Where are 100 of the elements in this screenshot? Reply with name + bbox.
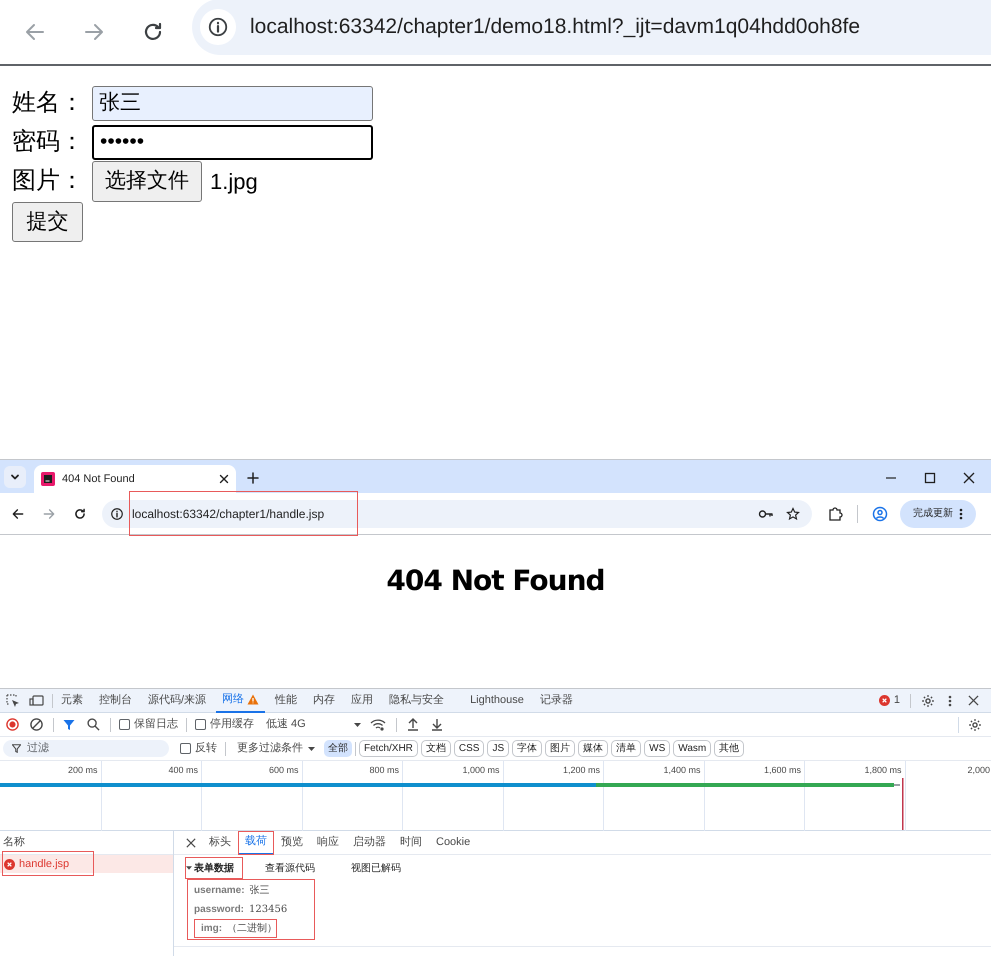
detail-tab[interactable]: 预览: [274, 830, 310, 854]
field-label: 姓名：: [12, 88, 85, 118]
error-count: 1: [894, 693, 900, 708]
star-icon[interactable]: [786, 506, 800, 520]
reload-icon[interactable]: [73, 506, 87, 520]
more-icon[interactable]: [948, 694, 952, 706]
form-field-row-text: username: 张三: [194, 884, 271, 898]
devtools-tab[interactable]: 网络: [216, 688, 266, 712]
close-icon[interactable]: [968, 695, 979, 706]
password-field[interactable]: ••••••: [92, 124, 373, 160]
timeline-tick: 200 ms: [68, 764, 98, 777]
more-icon: [959, 508, 963, 520]
detail-tab[interactable]: Cookie: [429, 830, 478, 854]
devtools-tab[interactable]: 性能: [269, 688, 304, 712]
view-source-link[interactable]: 视图已解码: [351, 860, 401, 876]
filter-icon: [12, 744, 21, 753]
tab-list-button[interactable]: [4, 466, 26, 488]
type-filter-chip[interactable]: CSS: [454, 740, 484, 757]
error-icon: [4, 858, 15, 870]
payload-section-toggle[interactable]: 表单数据: [185, 857, 243, 879]
type-filter-chip[interactable]: 图片: [545, 740, 576, 757]
detail-tab[interactable]: 载荷: [238, 830, 274, 854]
info-glyph-icon: [207, 16, 229, 38]
profile-icon[interactable]: [872, 506, 888, 522]
tab-title: 404 Not Found: [62, 472, 136, 487]
field-label: 密码：: [12, 127, 85, 157]
site-info-button[interactable]: [200, 9, 236, 45]
filter-field[interactable]: 过滤: [3, 740, 169, 757]
view-source-link[interactable]: 查看源代码: [265, 860, 315, 876]
devtools-tab[interactable]: Lighthouse: [464, 688, 530, 712]
type-filter-chip[interactable]: JS: [487, 740, 510, 757]
type-filter-chip[interactable]: 清单: [611, 740, 642, 757]
update-button[interactable]: 完成更新: [900, 500, 976, 528]
caret-down-icon: [354, 722, 361, 726]
field-label: 图片：: [12, 166, 85, 196]
devtools-tab[interactable]: 内存: [307, 688, 342, 712]
new-tab-icon[interactable]: [247, 472, 259, 484]
settings-icon[interactable]: [968, 718, 982, 732]
type-filter-chip[interactable]: WS: [644, 740, 670, 757]
devtools-tab[interactable]: 应用: [345, 688, 380, 712]
back-icon[interactable]: [11, 506, 25, 520]
submit-button[interactable]: 提交: [12, 202, 83, 242]
throttle-dropdown[interactable]: 低速 4G: [266, 716, 361, 733]
devtools-tab[interactable]: 源代码/来源: [142, 688, 212, 712]
form-field-row-text: password: 123456: [194, 903, 288, 917]
timeline-tick: 600 ms: [268, 764, 298, 777]
name-field[interactable]: 张三: [92, 86, 373, 120]
choose-file-button[interactable]: 选择文件: [92, 160, 202, 202]
detail-tab[interactable]: 响应: [310, 830, 346, 854]
devtools-tab[interactable]: 控制台: [93, 688, 138, 712]
timeline-tick: 400 ms: [168, 764, 198, 777]
checkbox-option[interactable]: 保留日志: [119, 716, 178, 733]
timeline-tick: 1,600 ms: [764, 764, 801, 777]
timeline-tick: 2,000: [967, 764, 990, 777]
caret-down-icon: [186, 866, 192, 870]
type-filter-chip[interactable]: 其他: [714, 740, 744, 757]
devtools-tab[interactable]: 元素: [55, 688, 89, 712]
devtools-tab[interactable]: 记录器: [534, 688, 579, 712]
record-icon[interactable]: [6, 718, 19, 731]
timeline-tick: 1,400 ms: [663, 764, 700, 777]
type-filter-chip[interactable]: 全部: [324, 740, 352, 757]
file-name: 1.jpg: [210, 168, 258, 196]
download-icon[interactable]: [431, 718, 443, 731]
device-icon[interactable]: [29, 694, 44, 707]
forward-icon[interactable]: [42, 506, 56, 520]
info-icon[interactable]: [110, 506, 124, 520]
timeline-tick: 1,200 ms: [562, 764, 600, 777]
address-bar-url[interactable]: localhost:63342/chapter1/handle.jsp: [132, 506, 324, 520]
close-icon[interactable]: [963, 472, 975, 484]
form-field-row: img: （二进制）: [194, 919, 277, 938]
type-filter-chip[interactable]: Wasm: [673, 740, 712, 757]
caret-down-icon: [308, 746, 315, 750]
detail-tab[interactable]: 时间: [393, 830, 429, 854]
settings-icon[interactable]: [921, 694, 935, 708]
checkbox-option[interactable]: 反转: [180, 740, 217, 757]
error-icon: [878, 695, 890, 706]
search-icon[interactable]: [87, 718, 100, 731]
timeline-tick: 800 ms: [369, 764, 399, 777]
type-filter-chip[interactable]: 媒体: [578, 740, 608, 757]
clear-icon[interactable]: [30, 718, 43, 731]
extensions-icon[interactable]: [827, 506, 843, 522]
close-icon[interactable]: [186, 838, 196, 848]
upload-icon[interactable]: [407, 718, 419, 731]
filter-dropdown[interactable]: 更多过滤条件: [237, 740, 315, 757]
maximize-icon[interactable]: [924, 472, 936, 484]
page-heading: 404 Not Found: [386, 563, 605, 594]
detail-tab[interactable]: 标头: [202, 830, 238, 854]
browser-tab[interactable]: 404 Not Found: [34, 465, 236, 493]
type-filter-chip[interactable]: 文档: [420, 740, 451, 757]
app-logo-icon: [41, 472, 55, 486]
inspect-icon[interactable]: [6, 694, 20, 708]
checkbox-option[interactable]: 停用缓存: [195, 716, 254, 733]
type-filter-chip[interactable]: 字体: [512, 740, 542, 757]
wifi-settings-icon[interactable]: [370, 718, 386, 730]
close-icon[interactable]: [219, 474, 229, 484]
load-marker: [902, 778, 904, 830]
devtools-tab[interactable]: 隐私与安全: [383, 688, 450, 712]
detail-tab[interactable]: 启动器: [346, 830, 393, 854]
type-filter-chip[interactable]: Fetch/XHR: [359, 740, 418, 757]
filter-icon[interactable]: [63, 718, 75, 730]
